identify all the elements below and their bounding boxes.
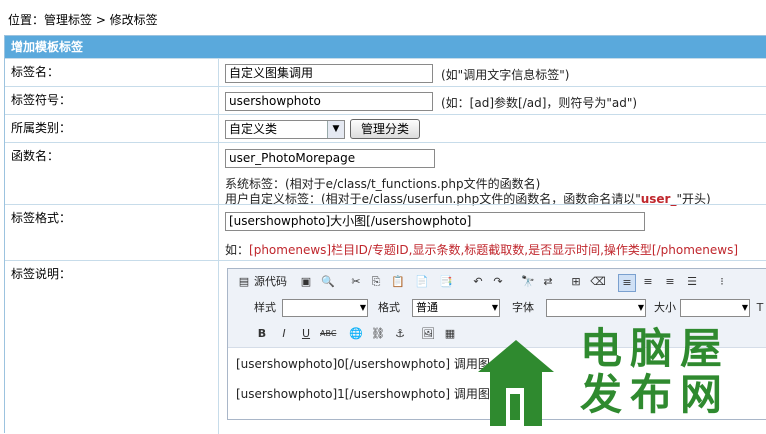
- font-select[interactable]: ▼: [546, 299, 646, 317]
- size-select[interactable]: ▼: [680, 299, 750, 317]
- underline-icon[interactable]: U: [298, 326, 314, 342]
- bold-icon[interactable]: B: [254, 326, 270, 342]
- editor-toolbar-1: ▤ 源代码 ▣ 🔍 ✂ ⎘ 📋 📄 📑 ↶ ↷ 🔭 ⇄ ⊞ ⌫ ≡ ≡ ≡ ☰ …: [228, 269, 766, 296]
- format-select[interactable]: 普通 ▼: [412, 299, 500, 317]
- find-icon[interactable]: 🔭: [520, 274, 536, 290]
- select-all-icon[interactable]: ⊞: [568, 274, 584, 290]
- editor-line-2[interactable]: [usershowphoto]1[/usershowphoto] 调用图: [236, 385, 490, 402]
- size-label: 大小: [654, 301, 676, 314]
- paste-text-icon[interactable]: 📄: [414, 274, 430, 290]
- link-icon[interactable]: 🌐: [348, 326, 364, 342]
- tag-format-example: 如：[phomenews]栏目ID/专题ID,显示条数,标题截取数,是否显示时间…: [225, 243, 739, 257]
- save-icon[interactable]: ▣: [298, 274, 314, 290]
- chevron-down-icon: ▼: [359, 303, 366, 312]
- tag-name-input[interactable]: 自定义图集调用: [225, 64, 433, 83]
- chevron-down-icon: ▼: [327, 121, 344, 138]
- breadcrumb: 位置：管理标签 > 修改标签: [8, 13, 158, 27]
- row-category: 所属类别： 自定义类 ▼ 管理分类: [5, 114, 766, 142]
- row-tag-name: 标签名： 自定义图集调用 (如"调用文字信息标签"): [5, 58, 766, 86]
- unlink-icon[interactable]: ⛓: [370, 326, 386, 342]
- format-label: 格式: [378, 301, 400, 314]
- tag-format-input[interactable]: [usershowphoto]大小图[/usershowphoto]: [225, 212, 645, 231]
- panel-title: 增加模板标签: [5, 36, 766, 58]
- italic-icon[interactable]: I: [276, 326, 292, 342]
- anchor-icon[interactable]: ⚓: [392, 326, 408, 342]
- cut-icon[interactable]: ✂: [348, 274, 364, 290]
- preview-icon[interactable]: 🔍: [320, 274, 336, 290]
- image-icon[interactable]: 🖼: [420, 326, 436, 342]
- replace-icon[interactable]: ⇄: [540, 274, 556, 290]
- style-select[interactable]: ▼: [282, 299, 368, 317]
- flash-icon[interactable]: ▦: [442, 326, 458, 342]
- paste-word-icon[interactable]: 📑: [438, 274, 454, 290]
- paste-icon[interactable]: 📋: [390, 274, 406, 290]
- tag-description-label: 标签说明：: [5, 261, 219, 434]
- tag-symbol-hint: (如：[ad]参数[/ad]，则符号为"ad"): [441, 96, 638, 110]
- tag-format-label: 标签格式：: [5, 205, 219, 260]
- strike-icon[interactable]: ABC: [320, 326, 336, 342]
- watermark-text: 电脑屋 发布网: [580, 324, 731, 419]
- align-left-icon[interactable]: ≡: [618, 274, 636, 292]
- function-name-input[interactable]: user_PhotoMorepage: [225, 149, 435, 168]
- manage-category-button[interactable]: 管理分类: [350, 119, 420, 139]
- row-tag-format: 标签格式： [usershowphoto]大小图[/usershowphoto]…: [5, 204, 766, 260]
- chevron-down-icon: ▼: [741, 303, 748, 312]
- remove-format-icon[interactable]: ⌫: [590, 274, 606, 290]
- undo-icon[interactable]: ↶: [470, 274, 486, 290]
- style-label: 样式: [254, 301, 276, 314]
- tag-symbol-label: 标签符号：: [5, 87, 219, 114]
- text-color-icon[interactable]: T: [752, 300, 766, 316]
- function-name-label: 函数名：: [5, 143, 219, 204]
- tag-name-label: 标签名：: [5, 59, 219, 86]
- redo-icon[interactable]: ↷: [490, 274, 506, 290]
- font-label: 字体: [512, 301, 534, 314]
- align-center-icon[interactable]: ≡: [640, 274, 656, 290]
- row-tag-symbol: 标签符号： usershowphoto (如：[ad]参数[/ad]，则符号为"…: [5, 86, 766, 114]
- align-justify-icon[interactable]: ☰: [684, 274, 700, 290]
- category-label: 所属类别：: [5, 115, 219, 142]
- source-button[interactable]: 源代码: [254, 274, 287, 290]
- chevron-down-icon: ▼: [491, 303, 498, 312]
- list-icon[interactable]: ⁝: [714, 274, 730, 290]
- editor-line-1[interactable]: [usershowphoto]0[/usershowphoto] 调用图: [236, 355, 490, 372]
- align-right-icon[interactable]: ≡: [662, 274, 678, 290]
- row-function-name: 函数名： user_PhotoMorepage 系统标签：(相对于e/class…: [5, 142, 766, 206]
- category-select[interactable]: 自定义类 ▼: [225, 120, 345, 139]
- copy-icon[interactable]: ⎘: [368, 274, 384, 290]
- tag-name-hint: (如"调用文字信息标签"): [441, 68, 570, 82]
- source-icon[interactable]: ▤: [236, 274, 252, 290]
- editor-toolbar-2: 样式 ▼ 格式 普通 ▼ 字体 ▼ 大小 ▼ T: [228, 295, 766, 322]
- tag-symbol-input[interactable]: usershowphoto: [225, 92, 433, 111]
- chevron-down-icon: ▼: [637, 303, 644, 312]
- house-logo-icon: [478, 340, 554, 426]
